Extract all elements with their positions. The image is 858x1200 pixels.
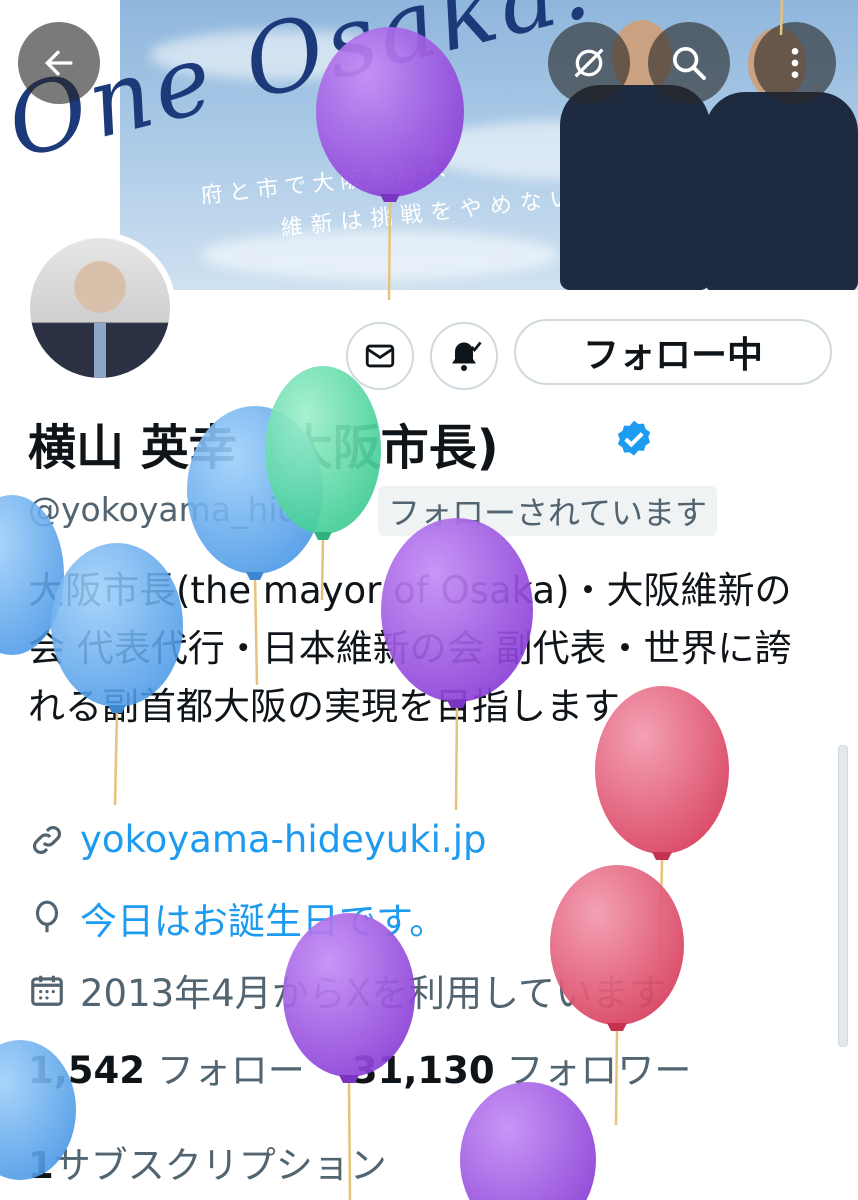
verified-badge-icon[interactable] (612, 418, 656, 462)
subscriptions-count: 1 (28, 1144, 54, 1187)
joined-text: 2013年4月からXを利用しています (80, 972, 666, 1015)
bell-icon (452, 341, 482, 371)
follows-you-badge: フォローされています (378, 486, 718, 536)
more-vertical-icon (791, 48, 799, 78)
arrow-left-icon (45, 50, 73, 76)
joined-row: 2013年4月からXを利用しています (28, 963, 666, 1017)
search-button[interactable] (648, 22, 730, 104)
banner-person-body (705, 92, 858, 290)
following-stat[interactable]: 1,542 フォロー (28, 1049, 305, 1092)
profile-name: 横山 英幸（大阪市長) (28, 420, 499, 476)
scrollbar[interactable] (838, 745, 848, 1047)
link-icon (33, 825, 61, 854)
followers-count: 31,130 (351, 1049, 495, 1092)
subscriptions-stat[interactable]: 1サブスクリプション (28, 1135, 387, 1189)
followers-label: フォロワー (506, 1049, 692, 1092)
subscriptions-label: サブスクリプション (53, 1144, 387, 1187)
followers-stat[interactable]: 31,130 フォロワー (352, 1049, 692, 1092)
following-count: 1,542 (28, 1049, 146, 1092)
grok-icon (574, 48, 604, 78)
birthday-text[interactable]: 今日はお誕生日です。 (80, 891, 446, 945)
website-link[interactable]: yokoyama-hideyuki.jp (80, 818, 486, 861)
envelope-icon (365, 344, 395, 368)
banner-person-body (560, 85, 710, 290)
profile-handle: @yokoyama_hide (28, 490, 319, 529)
website-row[interactable]: yokoyama-hideyuki.jp (28, 818, 486, 861)
following-label: フォロー (156, 1049, 305, 1092)
message-button[interactable] (346, 322, 414, 390)
calendar-icon (31, 975, 63, 1006)
avatar[interactable] (30, 238, 170, 378)
following-button[interactable]: フォロー中 (514, 319, 832, 385)
follow-stats: 1,542 フォロー 31,130 フォロワー (28, 1040, 691, 1094)
more-button[interactable] (754, 22, 836, 104)
balloon-icon (35, 900, 59, 933)
grok-button[interactable] (548, 22, 630, 104)
back-button[interactable] (18, 22, 100, 104)
balloon-purple-bottom (460, 1082, 596, 1200)
profile-bio: 大阪市長(the mayor of Osaka)・大阪維新の会 代表代行・日本維… (28, 569, 792, 728)
notify-button[interactable] (430, 322, 498, 390)
search-icon (673, 47, 706, 80)
birthday-row: 今日はお誕生日です。 (28, 891, 446, 945)
